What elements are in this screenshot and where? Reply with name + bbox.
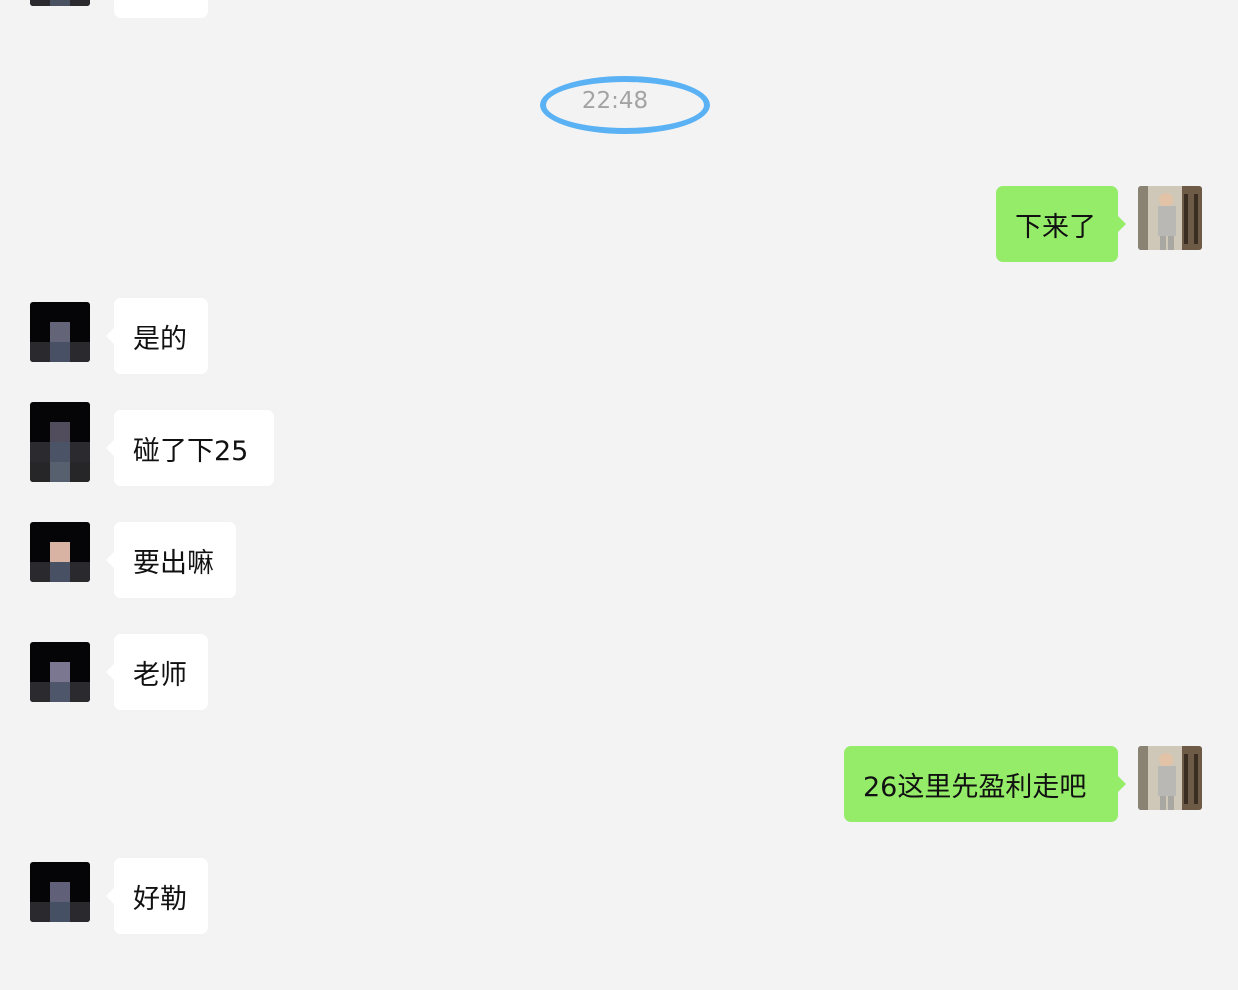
incoming-message-bubble[interactable]: 是的 [106, 298, 208, 374]
pixelated-avatar-image [30, 642, 90, 702]
pixelated-avatar-image [30, 522, 90, 582]
outgoing-message-bubble[interactable]: 26这里先盈利走吧 [844, 746, 1126, 822]
self-avatar-image [1138, 746, 1202, 810]
contact-avatar[interactable] [30, 302, 90, 362]
incoming-message-bubble[interactable]: 碰了下25 [106, 410, 274, 486]
incoming-message-bubble[interactable]: 好勒 [106, 858, 208, 934]
incoming-message-bubble[interactable]: 要出嘛 [106, 522, 236, 598]
chat-window: 22:48 下来了 是的 碰了下25 要出嘛 老师 26这里先盈利走吧 好勒 [0, 0, 1238, 990]
self-avatar-image [1138, 186, 1202, 250]
message-text: 老师 [133, 659, 187, 691]
contact-avatar[interactable] [30, 642, 90, 702]
pixelated-avatar-image [30, 302, 90, 362]
message-text: 是的 [133, 323, 187, 355]
self-avatar[interactable] [1138, 746, 1202, 810]
message-timestamp: 22:48 [540, 76, 710, 134]
message-text: 26这里先盈利走吧 [863, 771, 1087, 803]
pixelated-avatar-image [30, 862, 90, 922]
message-bubble-partial[interactable] [114, 0, 208, 18]
message-text: 碰了下25 [133, 435, 249, 467]
contact-avatar[interactable] [30, 402, 90, 482]
timestamp-text: 22:48 [581, 88, 649, 114]
contact-avatar[interactable] [30, 522, 90, 582]
contact-avatar[interactable] [30, 862, 90, 922]
contact-avatar[interactable] [30, 0, 90, 6]
message-text: 下来了 [1015, 211, 1096, 243]
self-avatar[interactable] [1138, 186, 1202, 250]
message-text: 要出嘛 [133, 547, 214, 579]
pixelated-avatar-image [30, 0, 90, 6]
outgoing-message-bubble[interactable]: 下来了 [996, 186, 1126, 262]
incoming-message-bubble[interactable]: 老师 [106, 634, 208, 710]
pixelated-avatar-image [30, 402, 90, 482]
message-text: 好勒 [133, 883, 187, 915]
